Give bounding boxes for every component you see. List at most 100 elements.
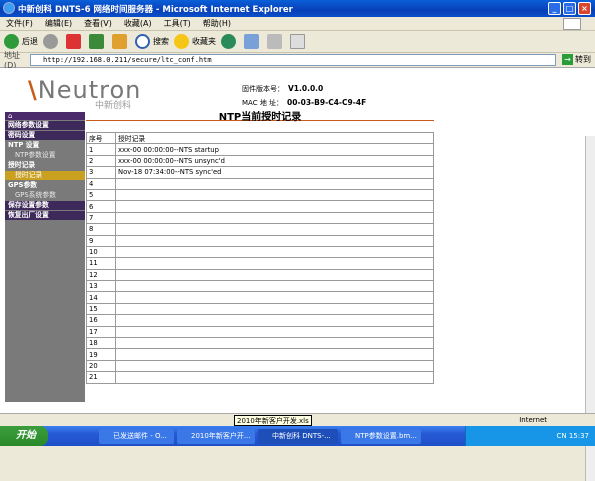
table-row: 10 (86, 245, 434, 259)
sidebar-item-ntp-params[interactable]: NTP参数设置 (5, 151, 85, 160)
stop-icon (66, 34, 81, 49)
home-icon (112, 34, 127, 49)
row-index: 8 (86, 223, 116, 236)
system-tray-clock: CN 15:37 (465, 426, 595, 446)
col-header-index: 序号 (86, 131, 116, 145)
table-row: 21 (86, 371, 434, 384)
row-index: 17 (86, 325, 116, 339)
sidebar-item-save[interactable]: 保存设置参数 (5, 201, 85, 210)
table-row: 16 (86, 314, 434, 327)
table-row: 14 (86, 291, 434, 304)
task-excel[interactable]: 2010年新客户开... (177, 428, 255, 444)
row-record (115, 234, 434, 247)
print-button[interactable] (267, 34, 285, 49)
row-record (115, 211, 434, 225)
home-button[interactable] (112, 34, 130, 49)
sidebar-item-sync-log[interactable]: 授时记录 (5, 171, 85, 180)
page-content: \Neutron 中新创科 固件版本号： V1.0.0.0 MAC 地 址： 00-… (0, 68, 595, 481)
row-index: 6 (86, 200, 116, 213)
row-record (115, 371, 434, 384)
table-row: 1 xxx-00 00:00:00--NTS startup (86, 143, 434, 156)
go-button[interactable]: → 转到 (562, 54, 591, 65)
menu-bar: 文件(F) 编辑(E) 查看(V) 收藏(A) 工具(T) 帮助(H) (0, 17, 595, 31)
go-arrow-icon: → (562, 54, 573, 65)
menu-edit[interactable]: 编辑(E) (45, 18, 72, 29)
row-index: 14 (86, 291, 116, 304)
refresh-icon (89, 34, 104, 49)
menu-help[interactable]: 帮助(H) (203, 18, 231, 29)
row-record (115, 302, 434, 316)
menu-file[interactable]: 文件(F) (6, 18, 33, 29)
row-record: Nov-18 07:34:00--NTS sync'ed (115, 166, 434, 179)
table-row: 15 (86, 302, 434, 316)
row-index: 1 (86, 143, 116, 156)
history-button[interactable] (221, 34, 239, 49)
tooltip: 2010年新客户开发.xls (234, 415, 312, 426)
task-sent-mail[interactable]: 已发送邮件 - O... (99, 428, 174, 444)
forward-arrow-icon (43, 34, 58, 49)
menu-favorites[interactable]: 收藏(A) (124, 18, 152, 29)
maximize-button[interactable]: □ (563, 2, 576, 15)
menu-view[interactable]: 查看(V) (84, 18, 112, 29)
row-index: 19 (86, 348, 116, 361)
start-button[interactable]: 开始 (0, 426, 48, 446)
table-row: 3 Nov-18 07:34:00--NTS sync'ed (86, 166, 434, 179)
address-input[interactable]: http://192.168.0.211/secure/ltc_conf.htm (30, 54, 556, 66)
firmware-value: V1.0.0.0 (288, 84, 324, 93)
table-row: 8 (86, 223, 434, 236)
table-row: 4 (86, 177, 434, 190)
row-record (115, 359, 434, 373)
back-button[interactable]: 后退 (4, 34, 38, 49)
table-row: 2 xxx-00 00:00:00--NTS unsync'd (86, 154, 434, 168)
task-ntp-image[interactable]: NTP参数设置.bm... (341, 428, 421, 444)
search-label: 搜索 (153, 37, 169, 46)
row-record (115, 268, 434, 282)
home-icon[interactable]: ⌂ (5, 112, 85, 120)
sidebar-item-ntp-settings[interactable]: NTP 设置 (5, 141, 85, 150)
edit-button[interactable] (290, 34, 308, 49)
sidebar-item-gps-group[interactable]: GPS参数 (5, 181, 85, 190)
sync-log-table: 序号 授时记录 1 xxx-00 00:00:00--NTS startup 2 xx… (86, 131, 434, 384)
sidebar-item-gps-params[interactable]: GPS系统参数 (5, 191, 85, 200)
task-ie[interactable]: 中新创科 DNTS-... (258, 428, 338, 444)
back-label: 后退 (22, 37, 38, 46)
forward-button[interactable] (43, 34, 61, 49)
window-title-bar: 中新创科 DNTS-6 网络时间服务器 - Microsoft Internet… (0, 0, 595, 17)
mail-button[interactable] (244, 34, 262, 49)
search-button[interactable]: 搜索 (135, 34, 169, 49)
sidebar-item-factory-reset[interactable]: 恢复出厂设置 (5, 211, 85, 220)
close-button[interactable]: × (578, 2, 591, 15)
search-icon (135, 34, 150, 49)
table-row: 7 (86, 211, 434, 225)
sidebar-item-network[interactable]: 网络参数设置 (5, 121, 85, 130)
row-index: 2 (86, 154, 116, 168)
mac-label: MAC 地 址 (242, 99, 277, 107)
table-row: 5 (86, 188, 434, 202)
minimize-button[interactable]: _ (548, 2, 561, 15)
row-record: xxx-00 00:00:00--NTS unsync'd (115, 154, 434, 168)
windows-logo-icon (563, 18, 581, 30)
row-record (115, 223, 434, 236)
document-icon (290, 34, 305, 49)
row-index: 15 (86, 302, 116, 316)
status-bar: 2010年新客户开发.xls Internet (0, 413, 595, 426)
table-row: 11 (86, 257, 434, 270)
taskbar: 开始 已发送邮件 - O... 2010年新客户开... 中新创科 DNTS-.… (0, 426, 595, 446)
favorites-button[interactable]: 收藏夹 (174, 34, 216, 49)
history-icon (221, 34, 236, 49)
row-index: 3 (86, 166, 116, 179)
sidebar-item-password[interactable]: 密码设置 (5, 131, 85, 140)
table-row: 20 (86, 359, 434, 373)
table-row: 13 (86, 280, 434, 293)
sidebar-item-sync-log-group[interactable]: 授时记录 (5, 161, 85, 170)
row-index: 7 (86, 211, 116, 225)
menu-tools[interactable]: 工具(T) (164, 18, 191, 29)
refresh-button[interactable] (89, 34, 107, 49)
row-record (115, 280, 434, 293)
row-index: 13 (86, 280, 116, 293)
table-row: 19 (86, 348, 434, 361)
row-index: 5 (86, 188, 116, 202)
stop-button[interactable] (66, 34, 84, 49)
row-record (115, 188, 434, 202)
row-index: 18 (86, 337, 116, 350)
